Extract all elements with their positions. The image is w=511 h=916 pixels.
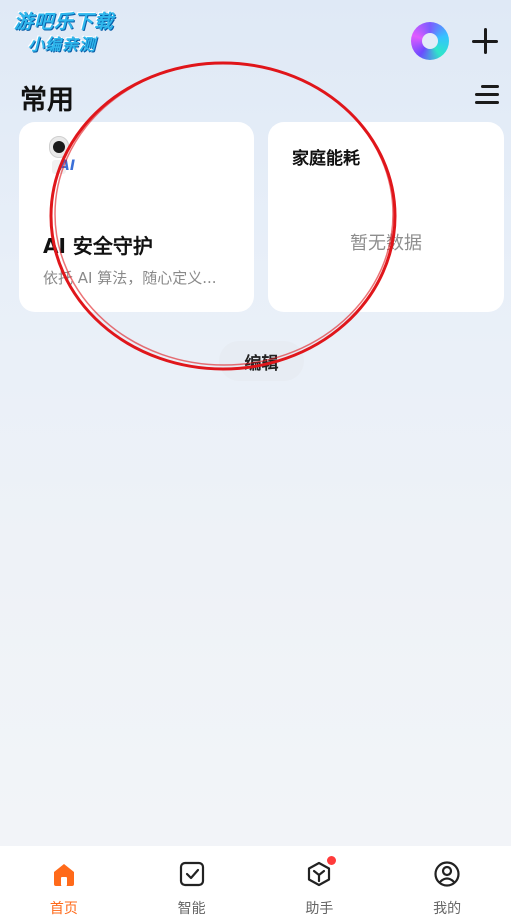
nav-item-home[interactable]: 首页 (0, 846, 128, 916)
bottom-navigation: 首页 智能 助手 我的 (0, 846, 511, 916)
menu-icon[interactable] (473, 84, 499, 106)
watermark: 游吧乐下载 小编亲测 (14, 10, 144, 62)
app-logo-icon[interactable] (411, 22, 449, 60)
energy-card-title: 家庭能耗 (292, 149, 360, 169)
home-icon (53, 864, 74, 886)
home-energy-card[interactable]: 家庭能耗 暂无数据 (268, 122, 504, 312)
nav-label-home: 首页 (49, 901, 78, 916)
camera-ai-tag: AI (59, 158, 76, 174)
ai-card-description: 依托 AI 算法，随心定义... (43, 269, 217, 287)
notification-badge (327, 856, 337, 865)
nav-item-smart[interactable]: 智能 (128, 846, 256, 916)
watermark-line-2: 小编亲测 (28, 35, 97, 54)
nav-item-assistant[interactable]: 助手 (256, 846, 384, 916)
nav-label-profile: 我的 (433, 901, 462, 916)
ai-security-card[interactable]: AI AI 安全守护 依托 AI 算法，随心定义... (19, 122, 254, 312)
ai-card-title: AI 安全守护 (43, 234, 153, 258)
security-camera-icon: AI (47, 136, 79, 180)
watermark-line-1: 游吧乐下载 (14, 11, 115, 33)
edit-button[interactable]: 编辑 (219, 341, 304, 381)
profile-icon (434, 861, 460, 887)
nav-item-profile[interactable]: 我的 (383, 846, 511, 916)
plus-icon[interactable] (471, 27, 499, 55)
top-actions (411, 22, 499, 60)
section-title: 常用 (20, 85, 74, 116)
nav-label-smart: 智能 (177, 901, 206, 916)
nav-label-assistant: 助手 (305, 901, 334, 916)
energy-empty-text: 暂无数据 (350, 233, 422, 254)
checkbox-icon (179, 861, 204, 887)
